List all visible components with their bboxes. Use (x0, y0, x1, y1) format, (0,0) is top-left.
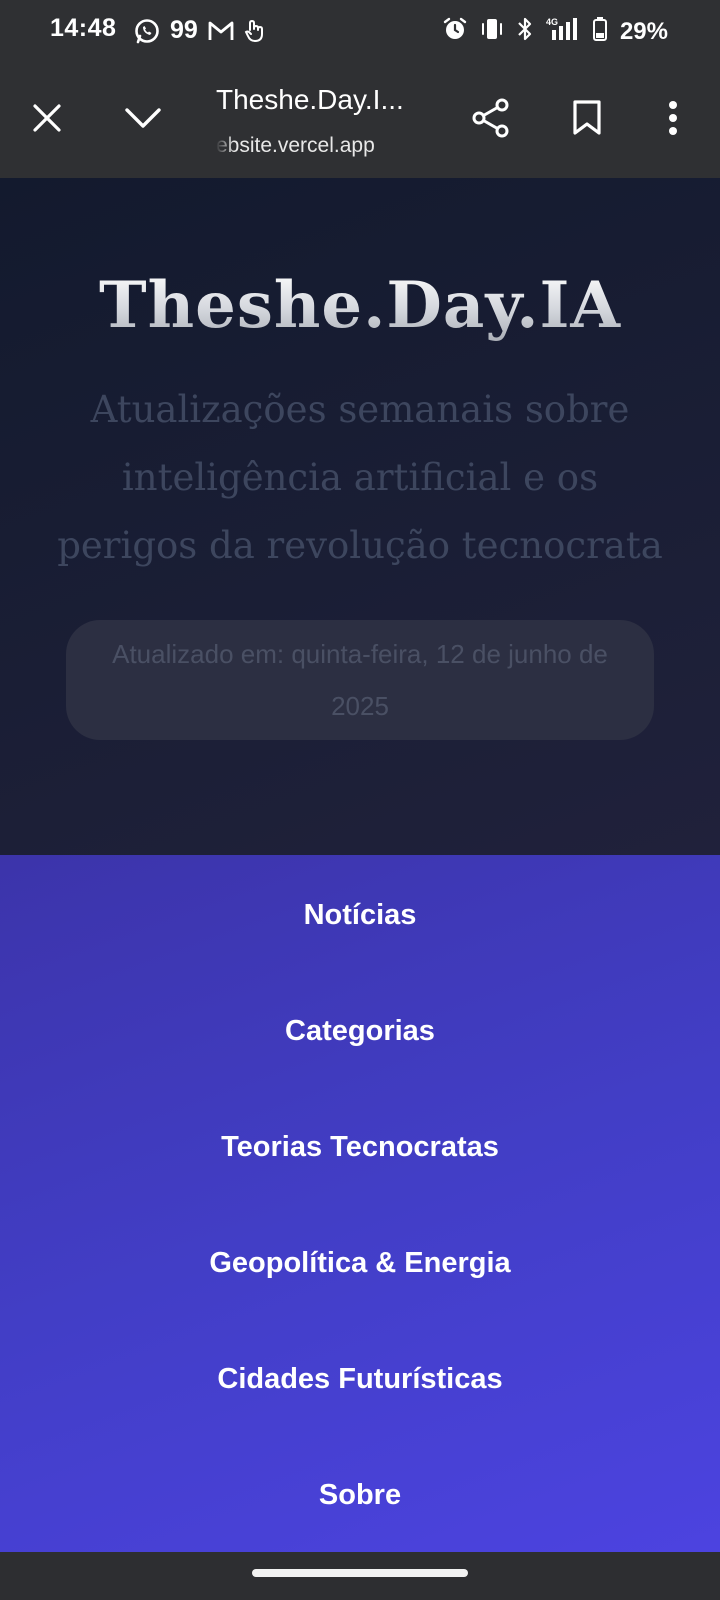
more-options-button[interactable] (643, 90, 703, 150)
whatsapp-icon (134, 18, 160, 44)
alarm-icon (442, 16, 468, 47)
bluetooth-icon (516, 16, 534, 47)
browser-toolbar: Theshe.Day.I... ebsite.vercel.app (0, 62, 720, 178)
bookmark-button[interactable] (557, 90, 617, 150)
site-subtitle: Atualizações semanais sobre inteligência… (57, 388, 663, 567)
bookmark-icon (572, 99, 602, 142)
status-bar: 14:48 99 4G 29% (0, 0, 720, 62)
signal-icon: 4G (546, 16, 580, 47)
share-icon (471, 98, 511, 143)
site-header: Theshe.Day.IA Atualizações semanais sobr… (0, 178, 720, 855)
status-notification-icons: 99 (134, 16, 268, 45)
url-display[interactable]: ebsite.vercel.app (216, 134, 386, 158)
notification-count: 99 (170, 16, 198, 44)
battery-icon (592, 16, 608, 47)
more-vert-icon (667, 100, 679, 141)
nav-item-categorias[interactable]: Categorias (0, 1001, 720, 1061)
nav-item-geopolitica-energia[interactable]: Geopolítica & Energia (0, 1233, 720, 1293)
share-button[interactable] (461, 90, 521, 150)
svg-text:4G: 4G (546, 17, 558, 27)
status-time: 14:48 (50, 14, 117, 42)
minimize-tab-button[interactable] (113, 90, 173, 150)
site-title: Theshe.Day.IA (0, 268, 720, 343)
nav-item-noticias[interactable]: Notícias (0, 885, 720, 945)
last-updated-badge: Atualizado em: quinta-feira, 12 de junho… (66, 620, 654, 740)
vibrate-icon (480, 16, 504, 47)
last-updated-text: Atualizado em: quinta-feira, 12 de junho… (112, 639, 608, 721)
battery-percent: 29% (619, 17, 668, 45)
main-navigation: Notícias Categorias Teorias Tecnocratas … (0, 855, 720, 1552)
gmail-icon (208, 20, 234, 42)
close-icon (32, 103, 62, 138)
home-gesture-handle[interactable] (252, 1569, 468, 1577)
gesture-hand-icon (244, 18, 268, 44)
close-tab-button[interactable] (17, 90, 77, 150)
nav-item-teorias-tecnocratas[interactable]: Teorias Tecnocratas (0, 1117, 720, 1177)
page-title[interactable]: Theshe.Day.I... (216, 84, 404, 116)
nav-item-sobre[interactable]: Sobre (0, 1465, 720, 1525)
system-navigation-bar (0, 1552, 720, 1600)
status-system-icons: 4G 29% (442, 16, 668, 47)
nav-item-cidades-futuristicas[interactable]: Cidades Futurísticas (0, 1349, 720, 1409)
chevron-down-icon (124, 106, 162, 135)
